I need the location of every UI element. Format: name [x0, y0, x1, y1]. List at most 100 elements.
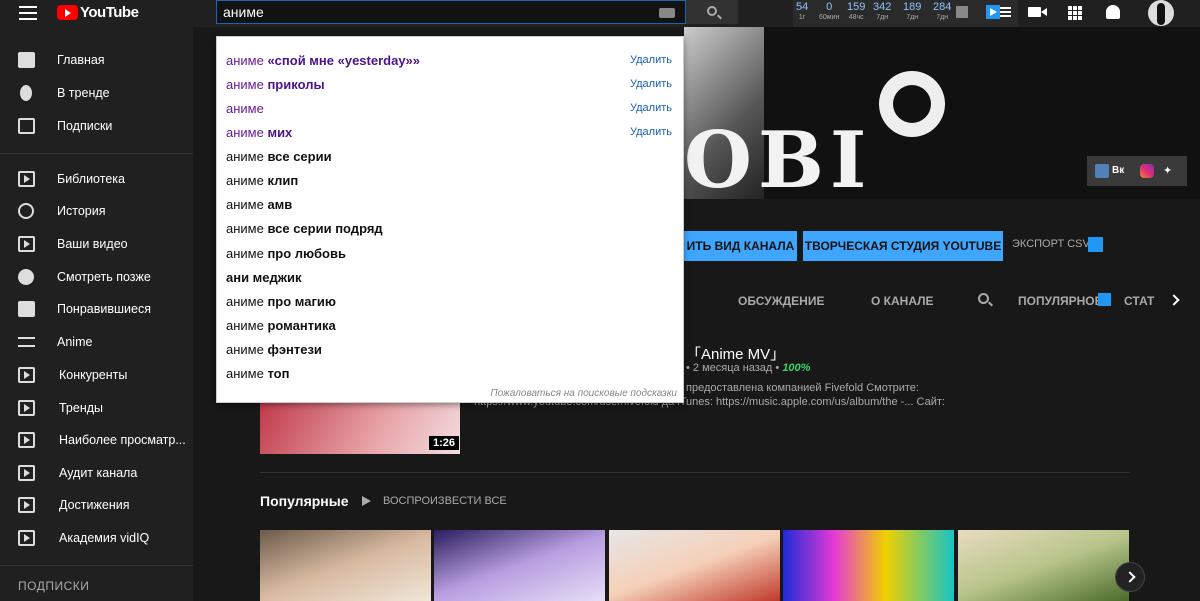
play-all-button[interactable]: ВОСПРОИЗВЕСТИ ВСЕ	[383, 495, 507, 507]
list-menu-icon[interactable]	[1000, 7, 1011, 17]
suggestion-item[interactable]: аниме все серии подряд	[226, 217, 676, 241]
suggestion-text[interactable]: аниме все серии подряд	[226, 221, 383, 236]
sidebar-item-subscriptions[interactable]: Подписки	[0, 111, 193, 141]
suggestion-text[interactable]: аниме клип	[226, 173, 298, 188]
delete-suggestion-link[interactable]: Удалить	[630, 54, 672, 66]
sidebar-item-label: История	[57, 204, 106, 218]
hamburger-menu-icon[interactable]	[19, 6, 37, 20]
sidebar-item-trending[interactable]: В тренде	[0, 78, 193, 108]
suggestion-text[interactable]: аниме романтика	[226, 318, 336, 333]
studio-button[interactable]: ТВОРЧЕСКАЯ СТУДИЯ YOUTUBE	[803, 231, 1003, 261]
vidiq-icon[interactable]	[1098, 293, 1111, 306]
sidebar-item-library[interactable]: Библиотека	[0, 164, 193, 194]
notifications-bell-icon[interactable]	[1106, 5, 1120, 19]
play-icon[interactable]	[362, 496, 371, 506]
sidebar-item-label: Смотреть позже	[57, 270, 151, 284]
your-videos-icon	[18, 236, 35, 252]
popular-heading: Популярные	[260, 493, 349, 509]
youtube-logo[interactable]: YouTube	[57, 4, 139, 21]
suggestion-text[interactable]: аниме топ	[226, 366, 289, 381]
vidiq-icon[interactable]	[986, 5, 1000, 19]
sidebar-item-competitors[interactable]: Конкуренты	[0, 360, 193, 390]
suggestion-item[interactable]: аниме «спой мне «yesterday»» Удалить	[226, 49, 676, 73]
suggestion-item[interactable]: аниме приколы Удалить	[226, 73, 676, 97]
sidebar-item-most-viewed[interactable]: Наиболее просматр...	[0, 425, 193, 455]
sidebar-item-watch-later[interactable]: Смотреть позже	[0, 262, 193, 292]
suggestion-item[interactable]: аниме Удалить	[226, 97, 676, 121]
stats-chart-icon[interactable]	[956, 6, 968, 18]
suggestion-text[interactable]: аниме	[226, 101, 264, 116]
video-score: 100%	[782, 362, 811, 374]
avatar[interactable]	[1148, 0, 1174, 26]
subscriptions-icon	[18, 118, 35, 134]
suggestion-item[interactable]: аниме топ	[226, 362, 676, 386]
search-input[interactable]	[223, 3, 643, 21]
suggestion-text[interactable]: аниме приколы	[226, 77, 325, 92]
sidebar-item-liked[interactable]: Понравившиеся	[0, 294, 193, 324]
sidebar-item-trends[interactable]: Тренды	[0, 393, 193, 423]
suggestion-text[interactable]: аниме все серии	[226, 149, 332, 164]
sidebar-divider	[0, 565, 193, 566]
video-thumbnail[interactable]	[958, 530, 1129, 601]
delete-suggestion-link[interactable]: Удалить	[630, 102, 672, 114]
sparkle-icon[interactable]: ✦	[1163, 164, 1177, 178]
sidebar-item-your-videos[interactable]: Ваши видео	[0, 229, 193, 259]
video-thumbnail[interactable]	[609, 530, 780, 601]
apps-grid-icon[interactable]	[1068, 6, 1082, 20]
suggestion-text[interactable]: аниме амв	[226, 197, 292, 212]
search-box[interactable]	[216, 0, 686, 24]
video-thumbnail[interactable]	[434, 530, 605, 601]
featured-video-title[interactable]: 「Anime MV」	[686, 343, 785, 364]
vidiq-icon[interactable]	[1088, 237, 1103, 252]
suggestion-text[interactable]: аниме про магию	[226, 294, 336, 309]
keyboard-icon[interactable]	[659, 8, 675, 18]
suggestion-item[interactable]: аниме романтика	[226, 314, 676, 338]
suggestion-text[interactable]: ани меджик	[226, 270, 302, 285]
suggestion-item[interactable]: аниме амв	[226, 193, 676, 217]
export-csv-link[interactable]: ЭКСПОРТ CSV	[1012, 238, 1090, 250]
sidebar-item-history[interactable]: История	[0, 196, 193, 226]
stat-item: 159 48чс	[847, 1, 866, 21]
suggestion-text[interactable]: аниме фэнтези	[226, 342, 322, 357]
vk-icon[interactable]	[1095, 164, 1109, 178]
sidebar-item-vidiq-academy[interactable]: Академия vidIQ	[0, 523, 193, 553]
sidebar-item-channel-audit[interactable]: Аудит канала	[0, 458, 193, 488]
suggestion-item[interactable]: аниме клип	[226, 169, 676, 193]
tab-popular[interactable]: ПОПУЛЯРНОЕ	[1018, 294, 1103, 308]
tab-discussion[interactable]: ОБСУЖДЕНИЕ	[738, 294, 824, 308]
video-thumbnail[interactable]	[783, 530, 954, 601]
tab-stats[interactable]: СТАТ	[1124, 294, 1154, 308]
suggestion-text[interactable]: аниме про любовь	[226, 246, 346, 261]
sidebar-item-label: Академия vidIQ	[59, 531, 150, 545]
report-suggestions-link[interactable]: Пожаловаться на поисковые подсказки	[490, 388, 677, 399]
top-bar: YouTube 541г 060мин 15948чс 3427дн 1897д…	[0, 0, 1200, 27]
suggestion-item[interactable]: аниме мих Удалить	[226, 121, 676, 145]
create-video-icon[interactable]	[1028, 7, 1047, 17]
suggestion-item[interactable]: аниме все серии	[226, 145, 676, 169]
vidiq-icon	[18, 367, 35, 383]
video-thumbnail[interactable]	[260, 530, 431, 601]
suggestion-item[interactable]: ани меджик	[226, 266, 676, 290]
vk-link[interactable]: Вк	[1112, 165, 1124, 176]
suggestion-item[interactable]: аниме про любовь	[226, 242, 676, 266]
carousel-next-button[interactable]	[1115, 562, 1145, 592]
sidebar-item-anime[interactable]: Anime	[0, 327, 193, 357]
customize-channel-button[interactable]: ИТЬ ВИД КАНАЛА	[684, 231, 797, 261]
tab-about[interactable]: О КАНАЛЕ	[871, 294, 934, 308]
vidiq-icon	[18, 465, 35, 481]
suggestion-text[interactable]: аниме мих	[226, 125, 292, 140]
instagram-icon[interactable]	[1140, 164, 1154, 178]
library-icon	[18, 171, 35, 187]
suggestion-text[interactable]: аниме «спой мне «yesterday»»	[226, 53, 420, 68]
delete-suggestion-link[interactable]: Удалить	[630, 126, 672, 138]
delete-suggestion-link[interactable]: Удалить	[630, 78, 672, 90]
sidebar-item-achievements[interactable]: Достижения	[0, 490, 193, 520]
suggestion-item[interactable]: аниме про магию	[226, 290, 676, 314]
search-button[interactable]	[686, 0, 738, 24]
sidebar-item-label: Подписки	[57, 119, 113, 133]
subscriptions-heading: ПОДПИСКИ	[18, 579, 90, 593]
channel-search-icon[interactable]	[978, 293, 989, 304]
channel-tabs: ОБСУЖДЕНИЕ О КАНАЛЕ ПОПУЛЯРНОЕ СТАТ	[684, 291, 1200, 311]
suggestion-item[interactable]: аниме фэнтези	[226, 338, 676, 362]
sidebar-item-home[interactable]: Главная	[0, 45, 193, 75]
